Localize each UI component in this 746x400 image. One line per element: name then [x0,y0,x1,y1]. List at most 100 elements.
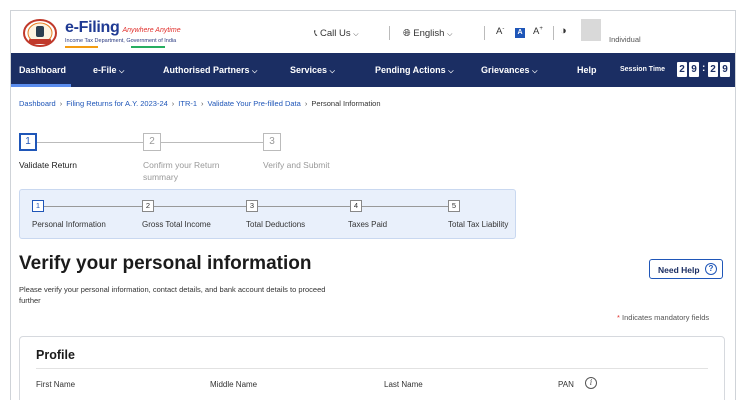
substep-label-taxes-paid[interactable]: Taxes Paid [348,220,387,229]
language-dropdown[interactable]: 🌐︎ English ⌵ [403,28,452,39]
chevron-down-icon: ⌵ [532,68,538,75]
font-increase-button[interactable]: A+ [533,26,543,37]
avatar[interactable] [581,19,601,41]
substep-number-4[interactable]: 4 [350,200,362,212]
question-icon: ? [705,263,717,275]
chevron-right-icon: › [171,99,175,108]
call-us-dropdown[interactable]: 📞︎ Call Us ⌵ [314,28,359,39]
chevron-down-icon: ⌵ [353,31,359,38]
nav-authorised-partners-label: Authorised Partners [163,65,250,75]
substep-label-tax-liability[interactable]: Total Tax Liability [448,220,508,229]
brand-tricolor-bar [65,46,165,48]
substep-connector [362,206,448,207]
nav-dashboard-label: Dashboard [19,65,67,75]
substep-number-5[interactable]: 5 [448,200,460,212]
need-help-label: Need Help [658,265,700,275]
font-normal-button[interactable]: A [515,28,525,38]
nav-pending-actions[interactable]: Pending Actions ⌵ [375,65,454,76]
required-star: * [617,313,620,322]
substep-label-deductions[interactable]: Total Deductions [246,220,305,229]
nav-efile[interactable]: e-File ⌵ [93,65,124,76]
substep-number-2[interactable]: 2 [142,200,154,212]
first-name-label: First Name [36,380,76,389]
user-role: Individual [609,35,641,44]
pan-label: PAN [558,380,574,389]
sub-stepper-panel: 1 2 3 4 5 Personal Information Gross Tot… [19,189,516,239]
step-label-validate-return: Validate Return [19,160,77,170]
chevron-right-icon: › [201,99,204,108]
breadcrumb-validate[interactable]: Validate Your Pre-filled Data [208,99,301,108]
nav-help-label: Help [577,65,597,75]
substep-connector [258,206,350,207]
session-digit: 2 [677,62,687,77]
brand-block: e-Filing Anywhere Anytime Income Tax Depa… [65,19,181,44]
step-number-2: 2 [143,133,161,151]
step-connector [161,142,263,143]
brand-title: e-Filing [65,19,120,36]
brand-tagline: Anywhere Anytime [122,27,181,34]
breadcrumb-filing-returns[interactable]: Filing Returns for A.Y. 2023-24 [66,99,168,108]
site-header: e-Filing Anywhere Anytime Income Tax Depa… [11,11,735,53]
chevron-down-icon: ⌵ [448,68,454,75]
brand-subtitle: Income Tax Department, Government of Ind… [65,38,177,44]
main-nav: Dashboard e-File ⌵ Authorised Partners ⌵… [11,53,735,87]
chevron-down-icon: ⌵ [119,68,125,75]
substep-connector [154,206,246,207]
nav-active-indicator [11,84,71,87]
header-divider [553,26,554,40]
step-number-3: 3 [263,133,281,151]
substep-label-personal-info[interactable]: Personal Information [32,220,106,229]
substep-number-1[interactable]: 1 [32,200,44,212]
middle-name-label: Middle Name [210,380,258,389]
chevron-down-icon: ⌵ [252,68,258,75]
substep-connector [44,206,142,207]
contrast-icon: ◑ [560,25,567,37]
mandatory-note: * Indicates mandatory fields [617,313,709,322]
nav-grievances-label: Grievances [481,65,530,75]
chevron-right-icon: › [304,99,308,108]
info-icon[interactable]: i [585,377,597,389]
nav-pending-actions-label: Pending Actions [375,65,446,75]
step-connector [37,142,143,143]
breadcrumb-itr1[interactable]: ITR-1 [178,99,197,108]
profile-card: Profile First Name Middle Name Last Name… [19,336,725,400]
session-time-label: Session Time [620,66,666,73]
chevron-down-icon: ⌵ [447,31,453,38]
substep-number-3[interactable]: 3 [246,200,258,212]
nav-services[interactable]: Services ⌵ [290,65,335,76]
contrast-toggle[interactable]: ◑ [560,25,567,37]
emblem-logo[interactable] [23,19,57,47]
breadcrumb-dashboard[interactable]: Dashboard [19,99,56,108]
step-label-verify-submit: Verify and Submit [263,160,330,170]
font-normal-label: A [517,29,523,36]
nav-authorised-partners[interactable]: Authorised Partners ⌵ [163,65,257,76]
language-label: English [413,28,445,39]
font-decrease-button[interactable]: A- [496,26,504,37]
header-divider [389,26,390,40]
session-digit: 9 [689,62,699,77]
phone-icon: 📞︎ [314,28,318,39]
need-help-button[interactable]: Need Help ? [649,259,723,279]
call-us-label: Call Us [319,28,351,39]
profile-divider [36,368,708,369]
breadcrumb: Dashboard › Filing Returns for A.Y. 2023-2… [19,99,381,108]
substep-label-gross-income[interactable]: Gross Total Income [142,220,211,229]
chevron-right-icon: › [59,99,63,108]
page-description: Please verify your personal information,… [19,285,326,305]
nav-help[interactable]: Help [577,65,597,75]
session-digit: 9 [720,62,730,77]
breadcrumb-current: Personal Information [311,99,381,108]
nav-grievances[interactable]: Grievances ⌵ [481,65,537,76]
session-digit: 2 [708,62,718,77]
nav-dashboard[interactable]: Dashboard [19,65,66,75]
page-title: Verify your personal information [19,253,312,274]
chevron-down-icon: ⌵ [329,68,335,75]
nav-efile-label: e-File [93,65,117,75]
step-number-1: 1 [19,133,37,151]
profile-title: Profile [36,348,75,362]
step-label-confirm-summary: Confirm your Return summary [143,160,220,182]
header-divider [484,26,485,40]
globe-icon: 🌐︎ [403,28,411,39]
nav-services-label: Services [290,65,328,75]
session-colon: : [702,63,706,74]
